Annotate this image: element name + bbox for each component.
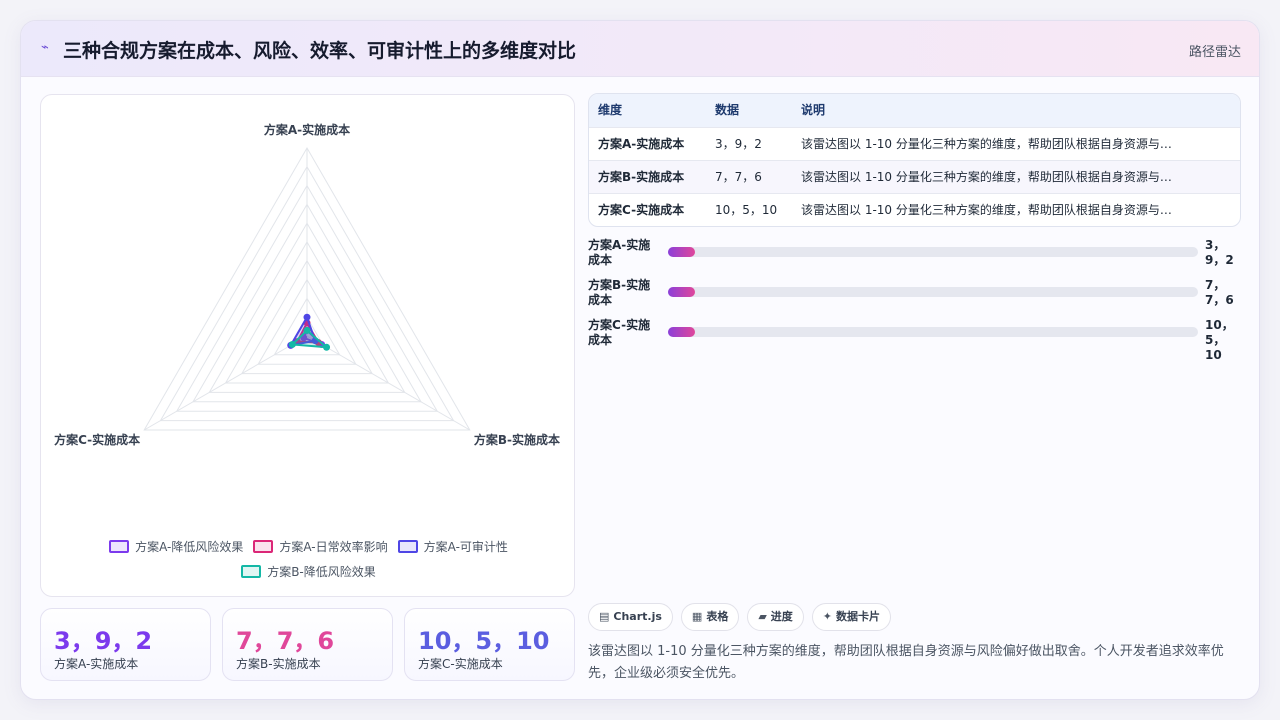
- progress-label: 方案C-实施成本: [588, 318, 651, 347]
- kpi-value: 3，9，2: [54, 627, 153, 655]
- progress-value: 7，7，6: [1205, 278, 1234, 307]
- progress-value: 3，9，2: [1205, 238, 1234, 267]
- legend-swatch: [253, 540, 274, 553]
- progress-fill: [668, 247, 695, 257]
- radar-axis-label: 方案A-实施成本: [264, 122, 350, 137]
- kpi-card: 7，7，6 方案B-实施成本: [222, 608, 393, 681]
- radar-axis-label: 方案B-实施成本: [474, 432, 560, 447]
- legend-label: 方案A-日常效率影响: [279, 540, 388, 554]
- radar-data-point: [303, 313, 311, 321]
- column-header-description: 说明: [801, 103, 826, 117]
- progress-icon: ▰: [758, 610, 767, 623]
- table-icon: ▦: [691, 610, 703, 623]
- chip-chartjs[interactable]: ▤ Chart.js: [588, 603, 673, 631]
- trend-icon: ⌁: [41, 40, 49, 55]
- table-cell-data: 3，9，2: [715, 137, 762, 151]
- radar-data-point: [288, 340, 296, 348]
- legend-label: 方案A-可审计性: [423, 540, 508, 554]
- radar-axis-label: 方案C-实施成本: [54, 432, 140, 447]
- table-cell-data: 7，7，6: [715, 170, 762, 184]
- dashboard-card: ⌁ 三种合规方案在成本、风险、效率、可审计性上的多维度对比 路径雷达 方案A-实…: [20, 20, 1260, 700]
- column-header-data: 数据: [715, 103, 740, 117]
- radar-chart: 方案A-实施成本方案B-实施成本 方案C-实施成本: [54, 122, 560, 447]
- legend-label: 方案B-降低风险效果: [267, 565, 376, 579]
- kpi-value: 10，5，10: [418, 627, 550, 655]
- progress-track: [668, 287, 1198, 297]
- legend-swatch: [397, 540, 418, 553]
- kpi-cards: 3，9，2 方案A-实施成本 7，7，6 方案B-实施成本 10，5，10 方案C-实施成…: [40, 608, 575, 681]
- column-header-dimension: 维度: [598, 103, 623, 117]
- kpi-label: 方案A-实施成本: [54, 657, 139, 671]
- chip-label: 数据卡片: [836, 610, 881, 623]
- legend-item[interactable]: 方案A-降低风险效果: [109, 538, 243, 555]
- kpi-card: 3，9，2 方案A-实施成本: [40, 608, 211, 681]
- sparkle-icon: ✦: [822, 610, 833, 623]
- kpi-label: 方案C-实施成本: [418, 657, 503, 671]
- radar-data-point: [303, 326, 311, 334]
- table-header: 维度 数据 说明: [589, 94, 1240, 127]
- progress-value: 10，5，10: [1205, 318, 1234, 362]
- kpi-label: 方案B-实施成本: [236, 657, 321, 671]
- table-cell-dimension: 方案B-实施成本: [598, 170, 685, 184]
- progress-row: 方案C-实施成本 10，5，10: [588, 318, 1241, 362]
- table-cell-description: 该雷达图以 1-10 分量化三种方案的维度，帮助团队根据自身资源与风...: [801, 170, 1181, 184]
- feature-chips: ▤ Chart.js ▦ 表格 ▰ 进度 ✦ 数据卡片: [588, 603, 892, 631]
- table-cell-description: 该雷达图以 1-10 分量化三种方案的维度，帮助团队根据自身资源与风...: [801, 137, 1181, 151]
- progress-fill: [668, 327, 695, 337]
- radar-data-point: [323, 343, 331, 351]
- progress-label: 方案A-实施成本: [588, 238, 651, 267]
- chart-icon: ▤: [599, 610, 610, 623]
- chip-label: 表格: [706, 610, 729, 623]
- table-row: 方案B-实施成本 7，7，6 该雷达图以 1-10 分量化三种方案的维度，帮助团…: [589, 160, 1240, 193]
- legend-swatch: [109, 540, 130, 553]
- table-cell-description: 该雷达图以 1-10 分量化三种方案的维度，帮助团队根据自身资源与风...: [801, 203, 1181, 217]
- radar-chart-panel: 方案A-实施成本方案B-实施成本 方案C-实施成本 方案A-降低风险效果 方案A-日…: [40, 94, 575, 597]
- chip-table[interactable]: ▦ 表格: [680, 603, 740, 631]
- progress-row: 方案A-实施成本 3，9，2: [588, 238, 1241, 268]
- legend-item[interactable]: 方案A-日常效率影响: [253, 538, 388, 555]
- table-row: 方案A-实施成本 3，9，2 该雷达图以 1-10 分量化三种方案的维度，帮助团…: [589, 127, 1240, 160]
- table-row: 方案C-实施成本 10，5，10 该雷达图以 1-10 分量化三种方案的维度，帮…: [589, 193, 1240, 226]
- legend-swatch: [241, 565, 262, 578]
- progress-row: 方案B-实施成本 7，7，6: [588, 278, 1241, 308]
- chart-type-tag: 路径雷达: [1188, 45, 1241, 60]
- chart-legend: 方案A-降低风险效果 方案A-日常效率影响 方案A-可审计性方案B-降低风险效果: [41, 538, 576, 580]
- progress-label: 方案B-实施成本: [588, 278, 651, 307]
- chip-label: 进度: [770, 610, 793, 623]
- chip-data-card[interactable]: ✦ 数据卡片: [811, 603, 892, 631]
- table-cell-dimension: 方案A-实施成本: [598, 137, 685, 151]
- progress-track: [668, 247, 1198, 257]
- chart-description: 该雷达图以 1-10 分量化三种方案的维度，帮助团队根据自身资源与风险偏好做出取…: [588, 644, 1224, 681]
- kpi-card: 10，5，10 方案C-实施成本: [404, 608, 575, 681]
- header: ⌁ 三种合规方案在成本、风险、效率、可审计性上的多维度对比 路径雷达: [21, 21, 1259, 77]
- legend-item[interactable]: 方案A-可审计性: [397, 538, 508, 555]
- legend-item[interactable]: 方案B-降低风险效果: [241, 563, 376, 580]
- data-table: 维度 数据 说明 方案A-实施成本 3，9，2 该雷达图以 1-10 分量化三种…: [588, 93, 1241, 227]
- table-cell-dimension: 方案C-实施成本: [598, 203, 685, 217]
- legend-label: 方案A-降低风险效果: [135, 540, 244, 554]
- kpi-value: 7，7，6: [236, 627, 335, 655]
- chip-progress[interactable]: ▰ 进度: [747, 603, 804, 631]
- progress-fill: [668, 287, 695, 297]
- progress-track: [668, 327, 1198, 337]
- table-cell-data: 10，5，10: [715, 203, 778, 217]
- chip-label: Chart.js: [613, 610, 662, 623]
- page-title: 三种合规方案在成本、风险、效率、可审计性上的多维度对比: [63, 40, 577, 62]
- progress-bars: 方案A-实施成本 3，9，2 方案B-实施成本 7，7，6 方案C-实施成本 1…: [588, 238, 1241, 362]
